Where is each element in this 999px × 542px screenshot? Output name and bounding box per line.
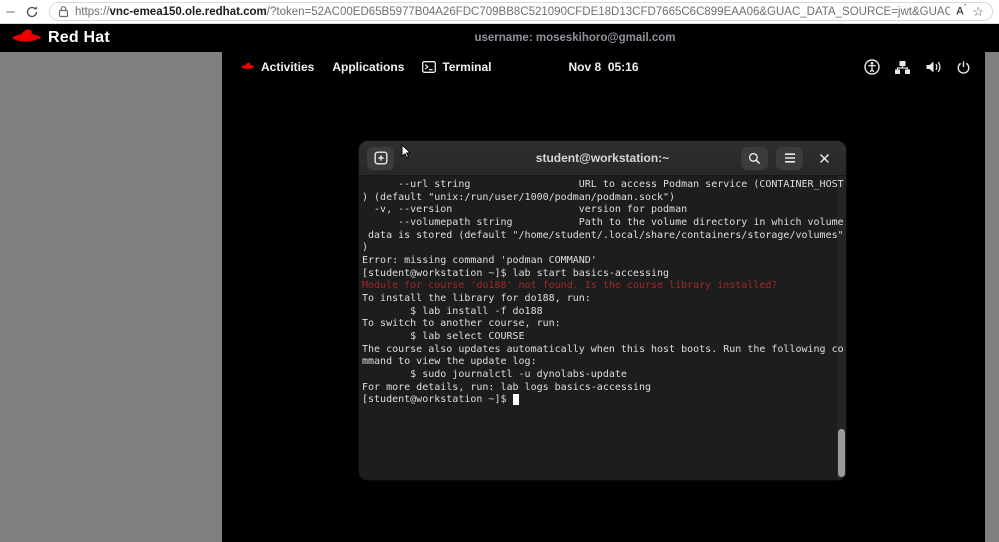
menu-button[interactable] xyxy=(776,147,803,170)
terminal-line: ) (default "unix:/run/user/1000/podman/p… xyxy=(362,192,844,205)
terminal-line: The course also updates automatically wh… xyxy=(362,344,844,357)
terminal-output: --url string URL to access Podman servic… xyxy=(362,179,844,407)
redhat-logo-text: Red Hat xyxy=(48,29,110,47)
terminal-icon xyxy=(422,61,436,73)
redhat-logo: Red Hat xyxy=(0,28,110,49)
back-button[interactable] xyxy=(6,11,15,13)
activities-label: Activities xyxy=(261,60,314,74)
redhat-header: Red Hat username: moseskihoro@gmail.com xyxy=(0,24,999,52)
terminal-label: Terminal xyxy=(442,60,491,74)
terminal-scrollbar-thumb[interactable] xyxy=(838,429,845,477)
terminal-line: $ lab install -f do188 xyxy=(362,306,844,319)
applications-menu[interactable]: Applications xyxy=(323,52,413,82)
redhat-fedora-icon xyxy=(12,28,42,49)
close-icon xyxy=(819,153,830,164)
redhat-hat-icon xyxy=(241,62,255,72)
read-aloud-icon[interactable]: Aˆ xyxy=(956,5,966,18)
close-button[interactable] xyxy=(811,147,838,170)
terminal-content[interactable]: --url string URL to access Podman servic… xyxy=(359,176,846,480)
url-domain: vnc-emea150.ole.redhat.com xyxy=(110,6,267,18)
favorite-star-icon[interactable]: ☆ xyxy=(972,5,984,18)
terminal-cursor xyxy=(513,394,519,405)
terminal-line: ) xyxy=(362,242,844,255)
network-wired-icon[interactable] xyxy=(894,60,911,75)
browser-toolbar: https://vnc-emea150.ole.redhat.com/?toke… xyxy=(0,0,999,24)
system-tray xyxy=(864,59,975,75)
terminal-line: Error: missing command 'podman COMMAND' xyxy=(362,255,844,268)
vnc-letterbox-right xyxy=(985,52,999,542)
terminal-line: --volumepath string Path to the volume d… xyxy=(362,217,844,230)
gnome-top-bar: Activities Applications Terminal Nov 8 0… xyxy=(222,52,985,82)
applications-label: Applications xyxy=(332,60,404,74)
terminal-line: $ lab select COURSE xyxy=(362,331,844,344)
search-icon xyxy=(748,152,761,165)
terminal-line: To switch to another course, run: xyxy=(362,318,844,331)
url-text: https://vnc-emea150.ole.redhat.com/?toke… xyxy=(75,6,950,18)
new-tab-icon xyxy=(374,151,388,165)
address-bar[interactable]: https://vnc-emea150.ole.redhat.com/?toke… xyxy=(49,2,993,21)
terminal-line: [student@workstation ~]$ xyxy=(362,394,844,407)
accessibility-icon[interactable] xyxy=(864,59,880,75)
search-button[interactable] xyxy=(741,147,768,170)
terminal-line: --url string URL to access Podman servic… xyxy=(362,179,844,192)
mouse-cursor xyxy=(401,144,412,160)
power-icon[interactable] xyxy=(956,60,971,75)
new-tab-button[interactable] xyxy=(367,147,394,170)
terminal-title: student@workstation:~ xyxy=(536,151,669,165)
activities-button[interactable]: Activities xyxy=(232,52,323,82)
terminal-line: -v, --version version for podman xyxy=(362,204,844,217)
hamburger-menu-icon xyxy=(784,153,796,163)
url-path: /?token=52AC00ED65B5977B04A26FDC709BB8C5… xyxy=(267,6,950,18)
clock[interactable]: Nov 8 05:16 xyxy=(568,60,638,74)
refresh-icon xyxy=(25,5,39,19)
vnc-stage: Activities Applications Terminal Nov 8 0… xyxy=(0,52,999,542)
vnc-letterbox-left xyxy=(0,52,222,542)
terminal-line: Module for course 'do188' not found. Is … xyxy=(362,280,844,293)
terminal-line: For more details, run: lab logs basics-a… xyxy=(362,382,844,395)
username-label: username: moseskihoro@gmail.com xyxy=(474,32,675,44)
terminal-line: mmand to view the update log: xyxy=(362,356,844,369)
terminal-line: [student@workstation ~]$ lab start basic… xyxy=(362,268,844,281)
terminal-titlebar[interactable]: student@workstation:~ xyxy=(359,141,846,176)
terminal-app-indicator[interactable]: Terminal xyxy=(413,52,500,82)
volume-icon[interactable] xyxy=(925,60,942,74)
refresh-button[interactable] xyxy=(23,3,41,21)
terminal-line: To install the library for do188, run: xyxy=(362,293,844,306)
terminal-window: student@workstation:~ xyxy=(358,140,847,481)
url-scheme: https:// xyxy=(75,6,110,18)
remote-desktop: Activities Applications Terminal Nov 8 0… xyxy=(222,52,985,542)
terminal-line: data is stored (default "/home/student/.… xyxy=(362,230,844,243)
terminal-line: $ sudo journalctl -u dynolabs-update xyxy=(362,369,844,382)
lock-icon xyxy=(58,5,69,18)
